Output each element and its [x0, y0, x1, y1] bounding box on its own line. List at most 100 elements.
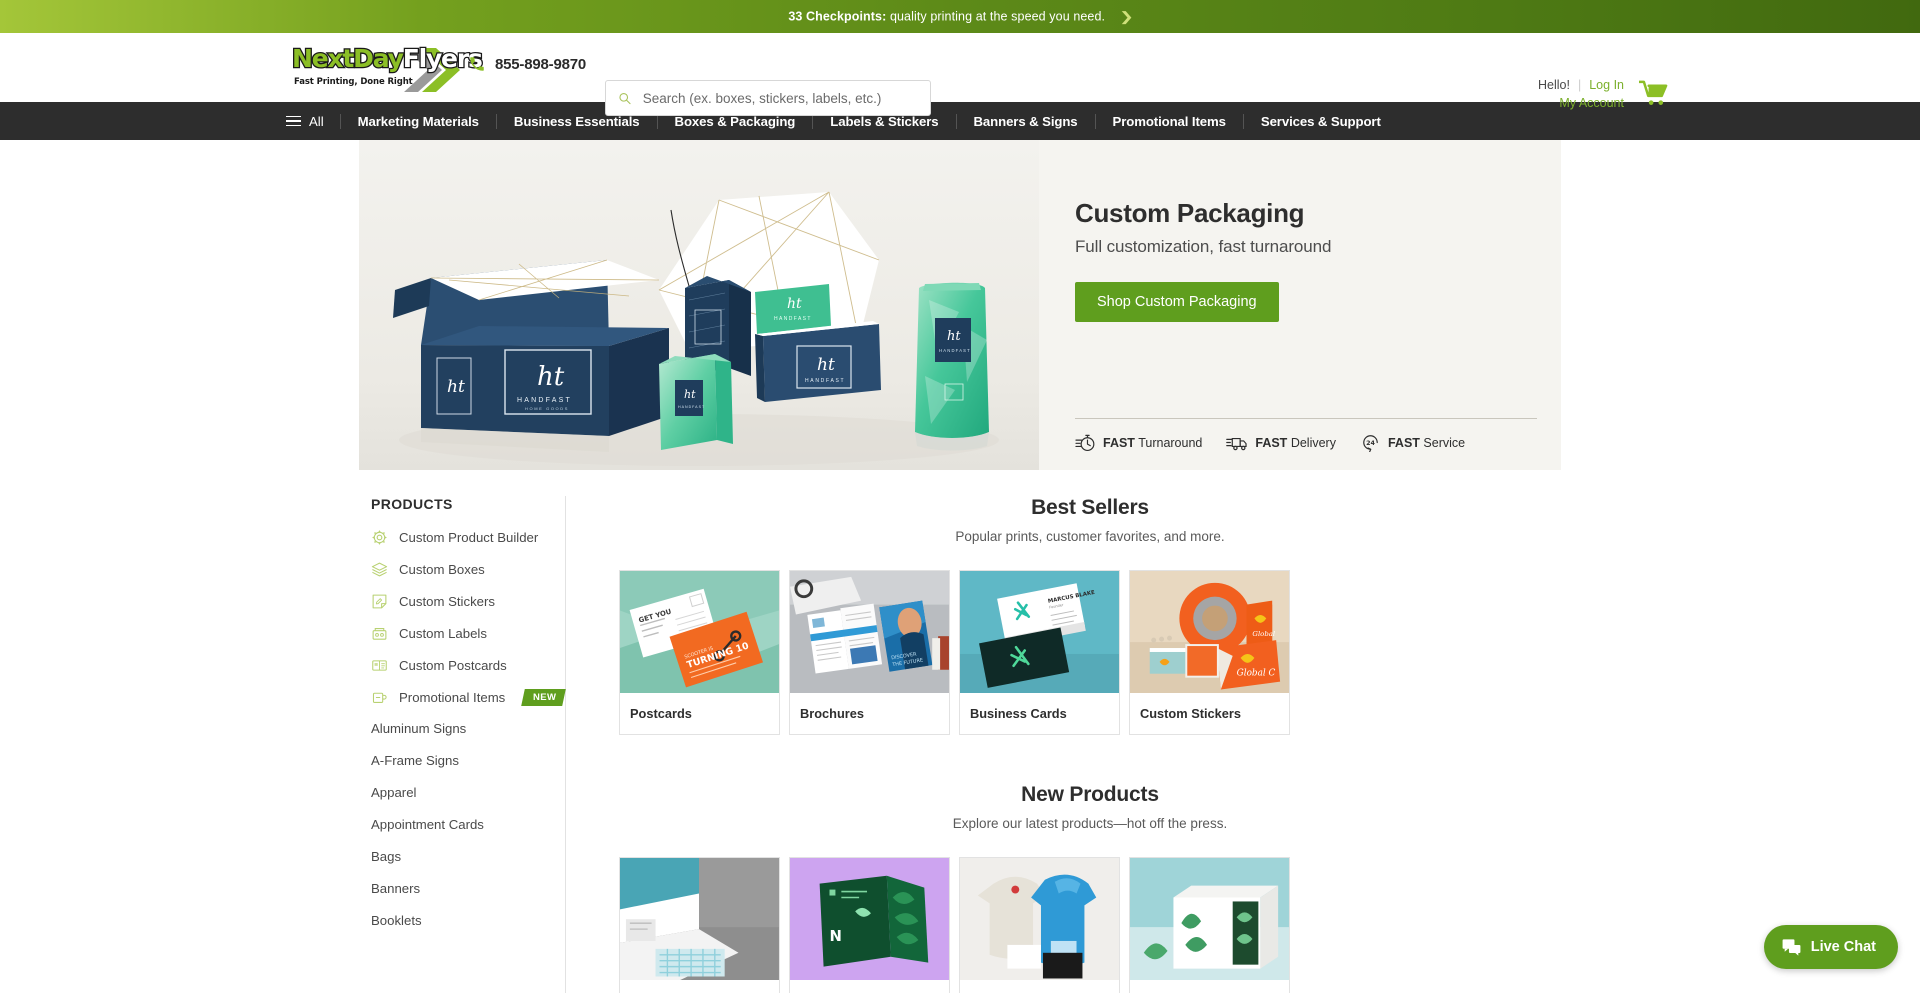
product-card-custom-stickers[interactable]: Global Global C Custom Stickers	[1129, 570, 1290, 735]
svg-text:HANDFAST: HANDFAST	[939, 348, 971, 353]
best-sellers-header: Best Sellers Popular prints, customer fa…	[619, 496, 1561, 544]
search-bar[interactable]	[605, 80, 931, 116]
account-divider: |	[1577, 78, 1582, 92]
svg-text:24: 24	[1366, 440, 1375, 447]
sticker-icon	[372, 594, 387, 609]
new-products-subtitle: Explore our latest products—hot off the …	[952, 816, 1228, 831]
nav-item-promotional-items[interactable]: Promotional Items	[1094, 113, 1243, 129]
product-image-postcards: GET YOU SCOOTER IS TURNING 10	[620, 571, 779, 695]
product-card-brochures[interactable]: DISCOVER THE FUTURE Brochures	[789, 570, 950, 735]
product-card-new-1[interactable]	[619, 857, 780, 993]
product-label	[1130, 982, 1289, 993]
main-column: Best Sellers Popular prints, customer fa…	[566, 496, 1561, 993]
hero-packaging-illustration: ht HANDFAST ht HANDFAST HOME GOODS ht ht…	[359, 140, 1039, 470]
badge-2-light: Delivery	[1290, 435, 1336, 450]
sidebar-item-promotional-items[interactable]: Promotional Items NEW	[371, 689, 567, 706]
login-link[interactable]: Log In	[1589, 77, 1624, 94]
nav-item-services-support[interactable]: Services & Support	[1242, 113, 1398, 129]
logo-wordmark: NextDayFlyers	[291, 43, 484, 75]
sidebar-link-bags[interactable]: Bags	[371, 849, 565, 864]
sidebar-label: Custom Stickers	[399, 594, 495, 609]
badge-fast-delivery: FAST Delivery	[1226, 433, 1336, 452]
account-block: Hello! | Log In My Account	[1538, 77, 1624, 112]
sidebar-link-banners[interactable]: Banners	[371, 881, 565, 896]
sidebar-title: PRODUCTS	[371, 496, 453, 512]
sidebar-item-custom-stickers[interactable]: Custom Stickers	[371, 593, 565, 610]
sidebar-item-custom-product-builder[interactable]: Custom Product Builder	[371, 529, 565, 546]
new-badge: NEW	[521, 689, 567, 706]
search-input[interactable]	[642, 81, 918, 115]
gear-icon	[372, 530, 387, 545]
product-label: Business Cards	[970, 706, 1067, 721]
svg-text:ht: ht	[537, 362, 565, 392]
nav-item-banners-signs[interactable]: Banners & Signs	[955, 113, 1095, 129]
new-product-1-artwork	[620, 858, 779, 981]
delivery-truck-icon	[1226, 437, 1247, 451]
live-chat-label: Live Chat	[1810, 939, 1876, 955]
sidebar-item-custom-postcards[interactable]: Custom Postcards	[371, 657, 565, 674]
new-badge-text: NEW	[533, 692, 557, 703]
cart-button[interactable]	[1637, 80, 1670, 107]
sidebar-link-aluminum-signs[interactable]: Aluminum Signs	[371, 721, 565, 736]
product-image-new-1	[620, 858, 779, 982]
live-chat-button[interactable]: Live Chat	[1763, 925, 1898, 969]
product-label	[960, 982, 1119, 993]
content-area: PRODUCTS Custom Product Builder Custom B…	[359, 470, 1561, 993]
product-card-postcards[interactable]: GET YOU SCOOTER IS TURNING 10 Postcards	[619, 570, 780, 735]
product-image-new-4	[1130, 858, 1289, 982]
brochures-artwork: DISCOVER THE FUTURE	[790, 571, 949, 694]
badge-3-light: Service	[1423, 435, 1466, 450]
phone-24h-icon: 24	[1363, 435, 1378, 452]
svg-text:ht: ht	[447, 377, 465, 397]
badge-3-bold: FAST	[1387, 435, 1420, 450]
new-product-3-artwork	[960, 858, 1119, 981]
svg-text:HANDFAST: HANDFAST	[774, 316, 812, 322]
product-image-brochures: DISCOVER THE FUTURE	[790, 571, 949, 695]
product-card-new-3[interactable]	[959, 857, 1120, 993]
header-phone[interactable]: 855-898-9870	[468, 55, 586, 73]
sidebar-link-a-frame-signs[interactable]: A-Frame Signs	[371, 753, 565, 768]
product-label: Brochures	[800, 706, 865, 721]
sidebar-item-custom-boxes[interactable]: Custom Boxes	[371, 561, 565, 578]
sidebar-link-appointment-cards[interactable]: Appointment Cards	[371, 817, 565, 832]
site-logo[interactable]: NextDayFlyers Fast Printing, Done Right	[291, 43, 484, 95]
phone-number: 855-898-9870	[495, 55, 587, 73]
product-card-business-cards[interactable]: MARCUS BLAKE Founder Business Cards	[959, 570, 1120, 735]
custom-stickers-artwork: Global Global C	[1130, 571, 1289, 694]
stopwatch-icon	[1075, 434, 1095, 452]
product-label: Custom Stickers	[1140, 706, 1241, 721]
product-card-new-2[interactable]: N	[789, 857, 950, 993]
nav-all-button[interactable]: All	[286, 114, 340, 129]
product-label	[620, 982, 779, 993]
logo-tagline: Fast Printing, Done Right	[294, 77, 413, 87]
shop-custom-packaging-button[interactable]: Shop Custom Packaging	[1075, 282, 1279, 322]
promo-bar[interactable]: 33 Checkpoints: quality printing at the …	[0, 0, 1920, 33]
badge-fast-turnaround: FAST Turnaround	[1075, 433, 1202, 452]
sidebar-label: Custom Boxes	[399, 562, 485, 577]
svg-text:ht: ht	[684, 388, 696, 401]
badge-1-bold: FAST	[1103, 435, 1135, 450]
new-products-title: New Products	[1021, 783, 1159, 806]
greeting-text: Hello!	[1538, 78, 1570, 92]
product-image-business-cards: MARCUS BLAKE Founder	[960, 571, 1119, 695]
promo-bold: 33 Checkpoints:	[788, 8, 887, 23]
sidebar-link-apparel[interactable]: Apparel	[371, 785, 565, 800]
product-card-new-4[interactable]	[1129, 857, 1290, 993]
business-cards-artwork: MARCUS BLAKE Founder	[960, 571, 1119, 694]
my-account-link[interactable]: My Account	[1559, 96, 1624, 110]
sidebar-link-booklets[interactable]: Booklets	[371, 913, 565, 928]
badge-2-bold: FAST	[1255, 435, 1288, 450]
sidebar-item-custom-labels[interactable]: Custom Labels	[371, 625, 565, 642]
badge-fast-service: 24 FAST Service	[1360, 433, 1465, 452]
open-box-icon	[371, 562, 388, 577]
postcards-artwork: GET YOU SCOOTER IS TURNING 10	[620, 571, 779, 694]
page-body: ht HANDFAST ht HANDFAST HOME GOODS ht ht…	[0, 140, 1920, 993]
hero-divider	[1075, 418, 1537, 419]
hero-banner: ht HANDFAST ht HANDFAST HOME GOODS ht ht…	[359, 140, 1561, 470]
new-products-header: New Products Explore our latest products…	[619, 783, 1561, 831]
svg-text:Global C: Global C	[1237, 669, 1276, 679]
svg-text:ht: ht	[787, 296, 802, 312]
nav-item-marketing-materials[interactable]: Marketing Materials	[339, 113, 496, 129]
products-sidebar: PRODUCTS Custom Product Builder Custom B…	[359, 496, 567, 993]
shopping-cart-icon	[1637, 80, 1668, 105]
